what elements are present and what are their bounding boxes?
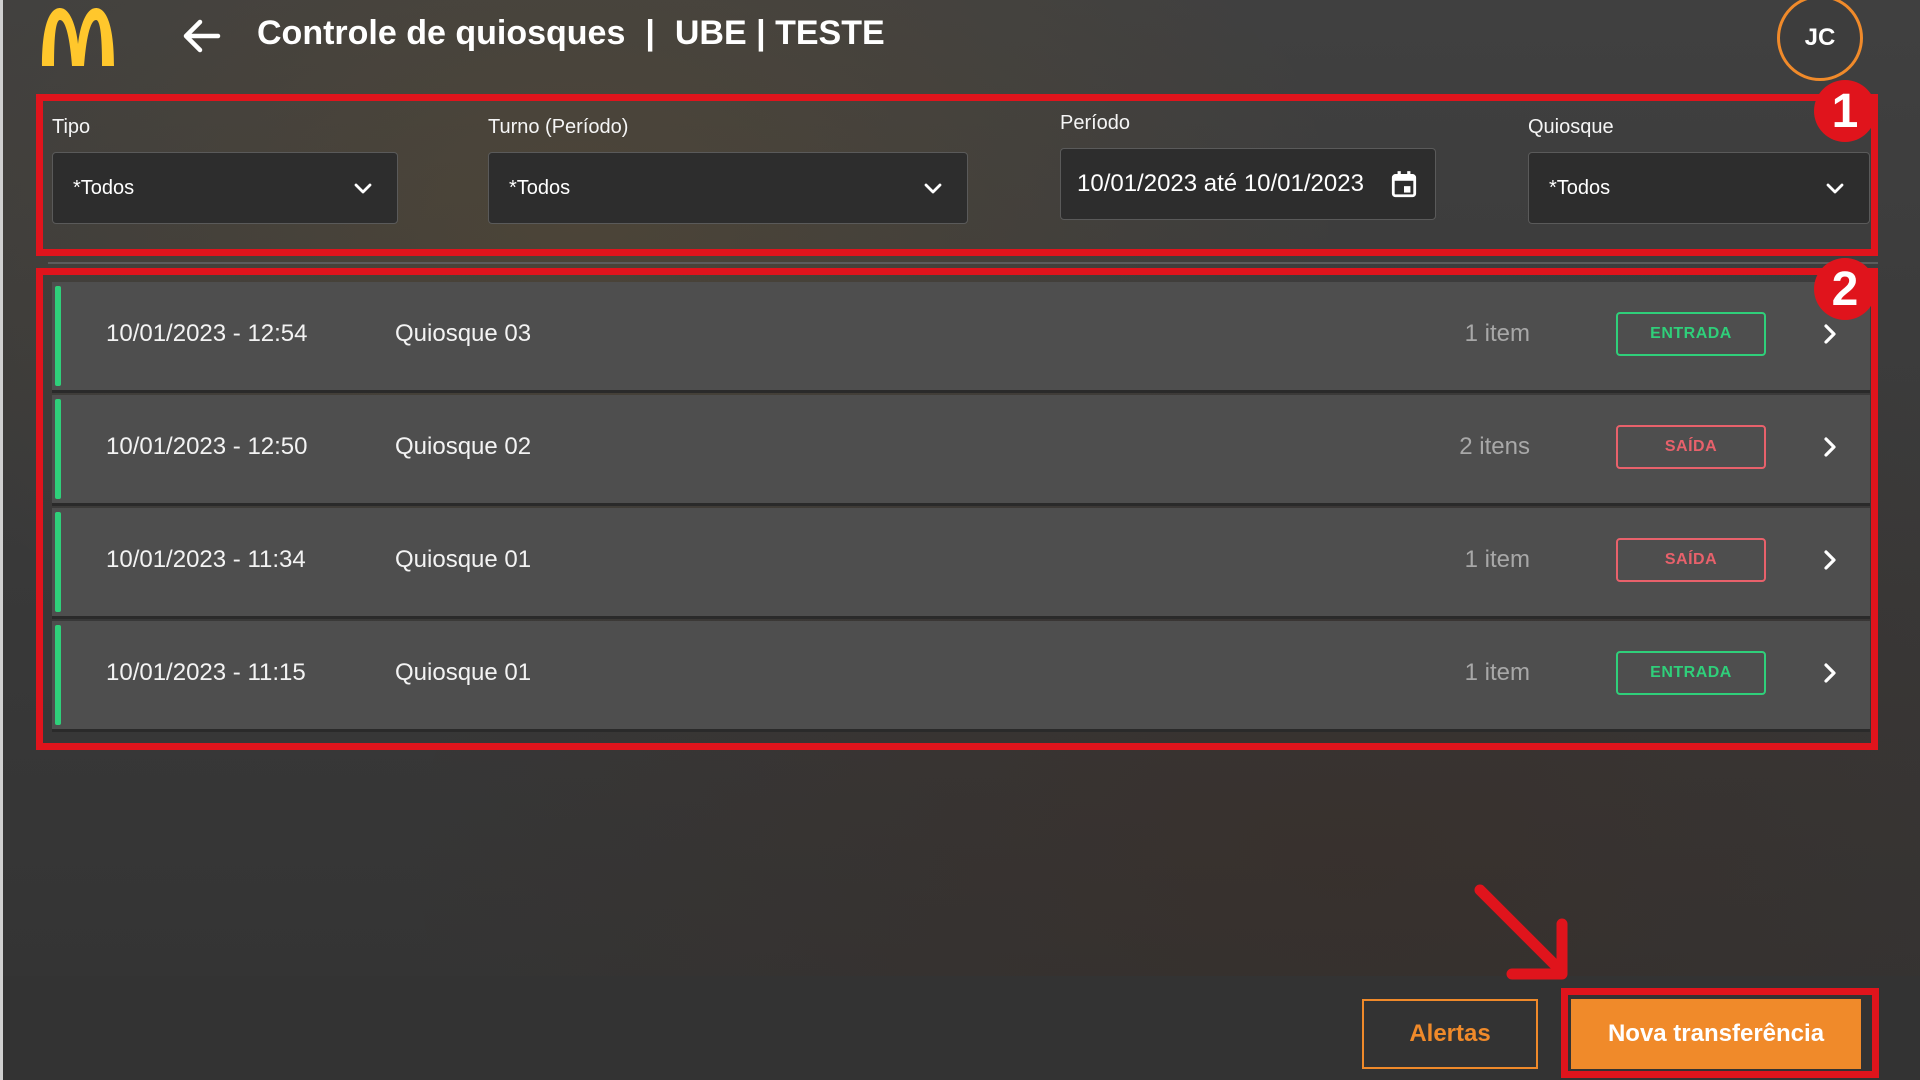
- highlight-box-new-transfer: [1561, 988, 1879, 1078]
- store-name: UBE | TESTE: [674, 14, 885, 52]
- title-text: Controle de quiosques: [257, 14, 626, 52]
- app-header: Controle de quiosques | UBE | TESTE JC: [0, 0, 1920, 81]
- annotation-arrow-icon: [1474, 884, 1568, 980]
- divider: [48, 262, 1878, 264]
- highlight-box-filters: [36, 94, 1878, 256]
- back-arrow-icon[interactable]: [178, 12, 226, 60]
- page-title: Controle de quiosques | UBE | TESTE: [257, 14, 885, 53]
- title-separator: |: [645, 14, 655, 52]
- annotation-number-1: 1: [1814, 80, 1876, 142]
- user-avatar[interactable]: JC: [1777, 0, 1863, 81]
- alerts-button[interactable]: Alertas: [1362, 999, 1538, 1069]
- left-edge: [0, 0, 3, 1080]
- mcdonalds-logo: [42, 8, 114, 66]
- avatar-initials: JC: [1804, 24, 1836, 51]
- highlight-box-list: [36, 268, 1878, 750]
- annotation-number-2: 2: [1814, 258, 1876, 320]
